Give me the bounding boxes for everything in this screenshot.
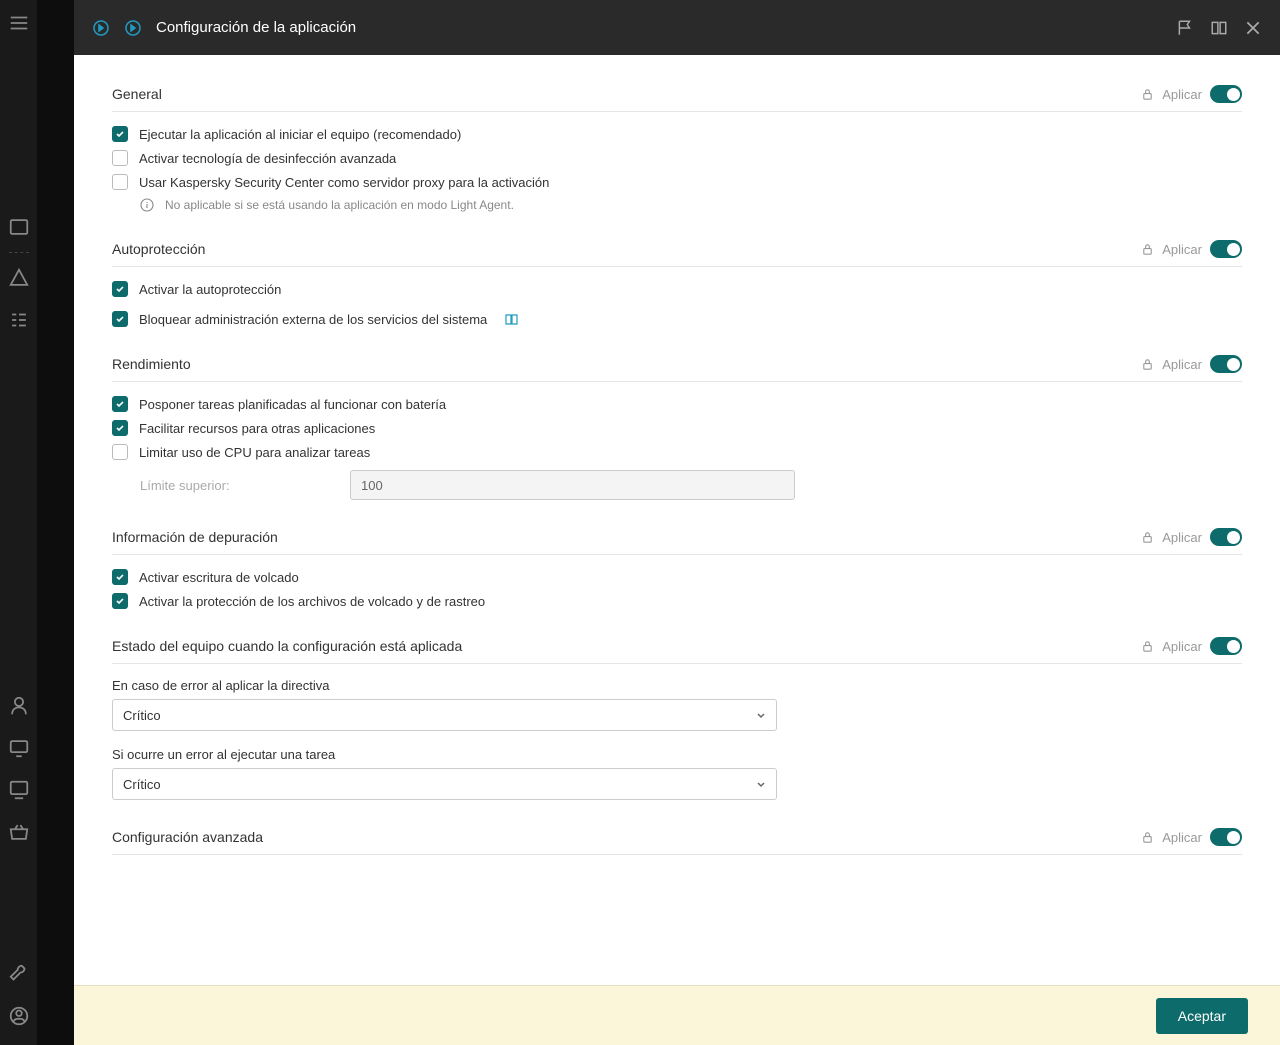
- checkbox-block-external[interactable]: [112, 311, 128, 327]
- checkbox-block-external-label: Bloquear administración externa de los s…: [139, 312, 487, 327]
- limit-label: Límite superior:: [140, 478, 330, 493]
- info-icon: [140, 198, 154, 212]
- rail-monitor-icon[interactable]: [8, 779, 30, 801]
- rail-tree-icon[interactable]: [8, 309, 30, 331]
- footer: Aceptar: [74, 985, 1280, 1045]
- apply-label: Aplicar: [1162, 530, 1202, 545]
- page-title: Configuración de la aplicación: [156, 19, 1162, 36]
- lock-icon: [1141, 531, 1154, 544]
- lock-icon: [1141, 88, 1154, 101]
- lock-icon: [1141, 640, 1154, 653]
- policy-error-label: En caso de error al aplicar la directiva: [112, 678, 1242, 693]
- checkbox-dump-protect[interactable]: [112, 593, 128, 609]
- rail-user-icon[interactable]: [8, 695, 30, 717]
- flag-icon[interactable]: [1176, 19, 1194, 37]
- section-advanced-title: Configuración avanzada: [112, 829, 1141, 845]
- toggle-general[interactable]: [1210, 85, 1242, 103]
- checkbox-selfprotect-label: Activar la autoprotección: [139, 282, 281, 297]
- checkbox-limit-cpu-label: Limitar uso de CPU para analizar tareas: [139, 445, 370, 460]
- checkbox-proxy-label: Usar Kaspersky Security Center como serv…: [139, 175, 549, 190]
- close-icon[interactable]: [1244, 19, 1262, 37]
- lock-icon: [1141, 831, 1154, 844]
- checkbox-postpone-battery[interactable]: [112, 396, 128, 412]
- header: Configuración de la aplicación: [74, 0, 1280, 55]
- sidebar-rail: [0, 0, 37, 1045]
- checkbox-dump-write[interactable]: [112, 569, 128, 585]
- toggle-advanced[interactable]: [1210, 828, 1242, 846]
- checkbox-dump-protect-label: Activar la protección de los archivos de…: [139, 594, 485, 609]
- section-performance-title: Rendimiento: [112, 356, 1141, 372]
- apply-label: Aplicar: [1162, 87, 1202, 102]
- apply-label: Aplicar: [1162, 357, 1202, 372]
- help-book-icon[interactable]: [504, 312, 519, 327]
- task-error-select[interactable]: Crítico: [112, 768, 777, 800]
- limit-input[interactable]: [350, 470, 795, 500]
- apply-label: Aplicar: [1162, 242, 1202, 257]
- checkbox-share-resources-label: Facilitar recursos para otras aplicacion…: [139, 421, 375, 436]
- lock-icon: [1141, 358, 1154, 371]
- rail-wrench-icon[interactable]: [8, 963, 30, 985]
- toggle-debug[interactable]: [1210, 528, 1242, 546]
- task-error-value: Crítico: [123, 777, 161, 792]
- checkbox-disinfection[interactable]: [112, 150, 128, 166]
- checkbox-startup[interactable]: [112, 126, 128, 142]
- checkbox-dump-write-label: Activar escritura de volcado: [139, 570, 299, 585]
- toggle-autoprotection[interactable]: [1210, 240, 1242, 258]
- task-error-label: Si ocurre un error al ejecutar una tarea: [112, 747, 1242, 762]
- rail-dashboard-icon[interactable]: [8, 216, 30, 238]
- rail-warning-icon[interactable]: [8, 267, 30, 289]
- menu-icon[interactable]: [8, 12, 30, 34]
- section-general-title: General: [112, 86, 1141, 102]
- rail-basket-icon[interactable]: [8, 821, 30, 843]
- section-debug-title: Información de depuración: [112, 529, 1141, 545]
- rail-account-icon[interactable]: [8, 1005, 30, 1027]
- checkbox-selfprotect[interactable]: [112, 281, 128, 297]
- back-arrow-icon[interactable]: [124, 19, 142, 37]
- book-header-icon[interactable]: [1210, 19, 1228, 37]
- policy-error-value: Crítico: [123, 708, 161, 723]
- toggle-performance[interactable]: [1210, 355, 1242, 373]
- checkbox-postpone-battery-label: Posponer tareas planificadas al funciona…: [139, 397, 446, 412]
- checkbox-proxy[interactable]: [112, 174, 128, 190]
- info-text: No aplicable si se está usando la aplica…: [165, 198, 514, 212]
- lock-icon: [1141, 243, 1154, 256]
- dim-overlay: [37, 0, 74, 1045]
- section-status-title: Estado del equipo cuando la configuració…: [112, 638, 1141, 654]
- section-autoprotection-title: Autoprotección: [112, 241, 1141, 257]
- content-area: General Aplicar Ejecutar la aplicación a…: [74, 55, 1280, 985]
- toggle-status[interactable]: [1210, 637, 1242, 655]
- policy-error-select[interactable]: Crítico: [112, 699, 777, 731]
- checkbox-startup-label: Ejecutar la aplicación al iniciar el equ…: [139, 127, 461, 142]
- apply-label: Aplicar: [1162, 639, 1202, 654]
- rail-devices-icon[interactable]: [8, 737, 30, 759]
- checkbox-share-resources[interactable]: [112, 420, 128, 436]
- apply-label: Aplicar: [1162, 830, 1202, 845]
- checkbox-limit-cpu[interactable]: [112, 444, 128, 460]
- checkbox-disinfection-label: Activar tecnología de desinfección avanz…: [139, 151, 396, 166]
- accept-button[interactable]: Aceptar: [1156, 998, 1248, 1034]
- app-circle-icon: [92, 19, 110, 37]
